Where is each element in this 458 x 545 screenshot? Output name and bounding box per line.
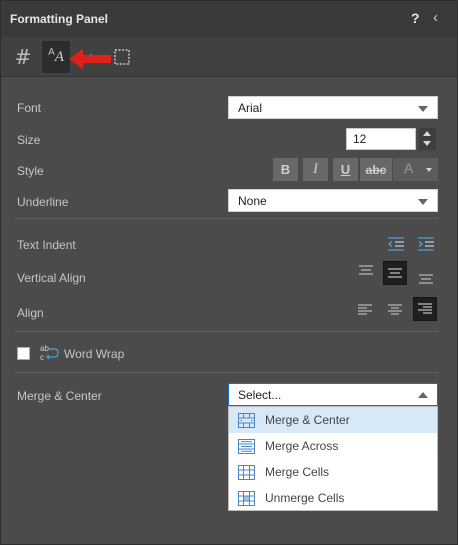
tab-cell-borders[interactable] xyxy=(111,41,133,73)
font-dropdown[interactable]: Arial xyxy=(228,96,438,119)
red-arrow-annotation-icon xyxy=(69,49,111,69)
chevron-down-icon xyxy=(418,199,428,205)
word-wrap-checkbox[interactable] xyxy=(17,347,30,360)
font-color-icon: A xyxy=(404,160,414,176)
help-button[interactable]: ? xyxy=(411,10,420,26)
word-wrap-icon: ab c xyxy=(40,344,59,362)
merge-center-icon xyxy=(238,412,255,428)
size-input[interactable]: 12 xyxy=(346,128,416,150)
align-bottom-button[interactable] xyxy=(414,266,438,290)
chevron-up-icon xyxy=(418,392,428,398)
formatting-panel: Formatting Panel ? ‹ # A A • Font Arial … xyxy=(0,0,458,545)
menu-item-merge-across[interactable]: Merge Across xyxy=(229,433,437,459)
text-indent-label: Text Indent xyxy=(17,238,76,252)
menu-item-merge-center[interactable]: Merge & Center xyxy=(229,407,437,433)
underline-label: Underline xyxy=(17,195,69,209)
word-wrap-icon-text-top: ab xyxy=(40,344,49,353)
chevron-down-icon xyxy=(418,106,428,112)
merge-options-menu: Merge & Center Merge Across Merge Cells xyxy=(228,406,438,511)
menu-item-merge-cells[interactable]: Merge Cells xyxy=(229,459,437,485)
align-center-button[interactable] xyxy=(383,298,407,322)
border-icon xyxy=(114,49,130,65)
word-wrap-label: Word Wrap xyxy=(64,347,125,361)
divider xyxy=(15,372,439,373)
collapse-button[interactable]: ‹ xyxy=(433,9,438,26)
unmerge-cells-icon xyxy=(238,490,255,506)
align-top-icon xyxy=(359,265,373,275)
menu-item-label: Merge Across xyxy=(265,439,339,453)
tab-text-format[interactable]: A A xyxy=(42,41,70,73)
merge-cells-icon xyxy=(238,464,255,480)
style-label: Style xyxy=(17,164,44,178)
underline-dropdown[interactable]: None xyxy=(228,189,438,212)
merge-label: Merge & Center xyxy=(17,389,102,403)
panel-titlebar: Formatting Panel ? ‹ xyxy=(1,1,457,37)
text-format-icon-small: A xyxy=(48,46,55,58)
align-left-button[interactable] xyxy=(353,298,377,322)
text-format-icon: A xyxy=(54,48,64,65)
size-stepper[interactable] xyxy=(419,128,436,150)
bold-button[interactable]: B xyxy=(273,158,298,181)
size-label: Size xyxy=(17,133,41,147)
font-value: Arial xyxy=(238,101,263,115)
increase-indent-icon xyxy=(418,237,434,251)
menu-item-unmerge-cells[interactable]: Unmerge Cells xyxy=(229,485,437,511)
align-middle-icon xyxy=(388,268,402,278)
align-right-icon xyxy=(418,303,432,314)
decrease-indent-icon xyxy=(388,237,404,251)
font-color-button[interactable]: A xyxy=(393,158,438,181)
align-left-icon xyxy=(358,304,372,315)
decrease-indent-button[interactable] xyxy=(384,232,408,256)
underline-value: None xyxy=(238,194,267,208)
chevron-down-icon xyxy=(426,168,432,172)
font-label: Font xyxy=(17,101,42,115)
underline-button[interactable]: U xyxy=(333,158,358,181)
merge-across-icon xyxy=(238,438,255,454)
align-bottom-icon xyxy=(419,274,433,284)
panel-title: Formatting Panel xyxy=(10,12,109,26)
increase-indent-button[interactable] xyxy=(414,232,438,256)
divider xyxy=(15,218,439,219)
vertical-align-label: Vertical Align xyxy=(17,271,86,285)
menu-item-label: Merge & Center xyxy=(265,413,350,427)
align-middle-button[interactable] xyxy=(383,261,407,285)
word-wrap-icon-text-bottom: c xyxy=(40,353,44,362)
strikethrough-button[interactable]: abc xyxy=(360,158,392,181)
italic-button[interactable]: I xyxy=(303,158,328,181)
menu-item-label: Unmerge Cells xyxy=(265,491,345,505)
divider xyxy=(15,331,439,332)
align-label: Align xyxy=(17,306,44,320)
merge-select[interactable]: Select... xyxy=(228,383,438,406)
align-center-icon xyxy=(388,304,402,315)
align-right-button[interactable] xyxy=(413,297,437,321)
merge-select-placeholder: Select... xyxy=(238,388,282,402)
stepper-up-icon[interactable] xyxy=(423,131,431,136)
menu-item-label: Merge Cells xyxy=(265,465,330,479)
stepper-down-icon[interactable] xyxy=(423,141,431,146)
align-top-button[interactable] xyxy=(354,259,378,283)
tab-number-format[interactable]: # xyxy=(9,41,37,73)
